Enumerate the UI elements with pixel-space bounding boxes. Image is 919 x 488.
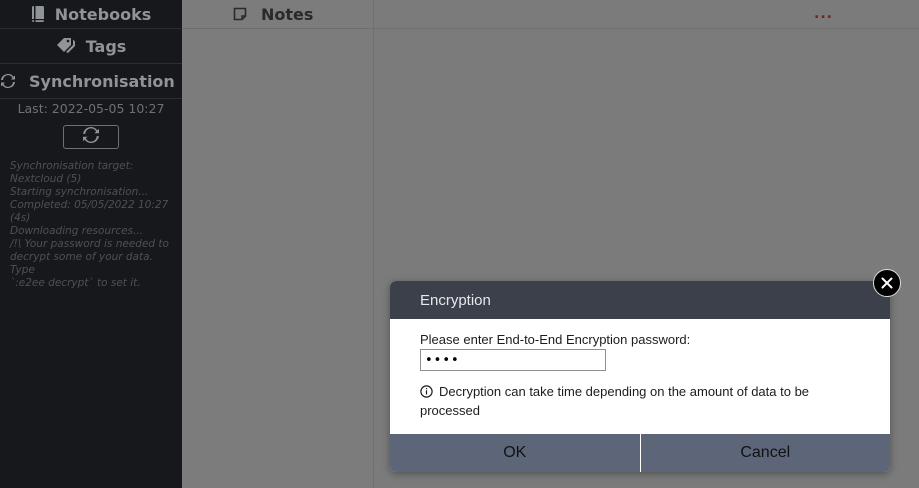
password-input[interactable] xyxy=(420,349,606,371)
more-options-button[interactable]: ... xyxy=(814,6,833,22)
decryption-hint-text: Decryption can take time depending on th… xyxy=(420,384,810,418)
info-icon xyxy=(420,385,433,402)
sync-log-line: Downloading resources... xyxy=(10,225,144,237)
dialog-body: Please enter End-to-End Encryption passw… xyxy=(390,319,890,421)
ok-button[interactable]: OK xyxy=(390,434,641,472)
sync-log: Synchronisation target: Nextcloud (5) St… xyxy=(10,160,180,290)
last-sync-time: Last: 2022-05-05 10:27 xyxy=(17,101,165,116)
sidebar-notebooks-button[interactable]: Notebooks xyxy=(0,0,182,29)
notes-header: Notes xyxy=(182,0,373,29)
note-icon xyxy=(233,7,247,21)
synchronise-button[interactable] xyxy=(63,125,119,149)
close-dialog-button[interactable] xyxy=(873,269,901,297)
sidebar-tags-button[interactable]: Tags xyxy=(0,29,182,64)
sync-log-line: (4s) xyxy=(10,212,31,224)
tags-icon xyxy=(56,38,76,54)
sidebar-synchronisation-header: Synchronisation xyxy=(0,64,182,99)
sync-log-line: Synchronisation target: xyxy=(10,160,134,172)
sync-log-line: Starting synchronisation... xyxy=(10,186,149,198)
close-icon xyxy=(881,274,893,293)
decryption-hint: Decryption can take time depending on th… xyxy=(420,383,860,419)
sync-log-line: Completed: 05/05/2022 10:27 xyxy=(10,199,169,211)
sidebar-notebooks-label: Notebooks xyxy=(54,4,152,24)
dialog-buttons: OK Cancel xyxy=(390,434,890,472)
sidebar-sync-label: Synchronisation xyxy=(29,71,175,91)
sync-icon xyxy=(83,127,99,147)
book-icon xyxy=(31,6,45,22)
sync-log-line: decrypt some of your data. Type xyxy=(10,251,157,276)
sync-log-line: Nextcloud (5) xyxy=(10,173,82,185)
dialog-title: Encryption xyxy=(390,281,890,319)
notes-list: Notes xyxy=(182,0,374,488)
sync-icon xyxy=(1,74,15,88)
sidebar: Notebooks Tags Synchronisation Last: 202… xyxy=(0,0,182,488)
password-prompt: Please enter End-to-End Encryption passw… xyxy=(420,332,691,347)
encryption-dialog: Encryption Please enter End-to-End Encry… xyxy=(390,281,890,472)
notes-header-label: Notes xyxy=(261,4,314,24)
sync-log-line: `:e2ee decrypt` to set it. xyxy=(10,277,141,289)
editor-toolbar: ... xyxy=(374,0,919,29)
sync-log-line: /!\ Your password is needed to xyxy=(10,238,169,250)
cancel-button[interactable]: Cancel xyxy=(641,434,891,472)
sidebar-tags-label: Tags xyxy=(85,36,127,56)
